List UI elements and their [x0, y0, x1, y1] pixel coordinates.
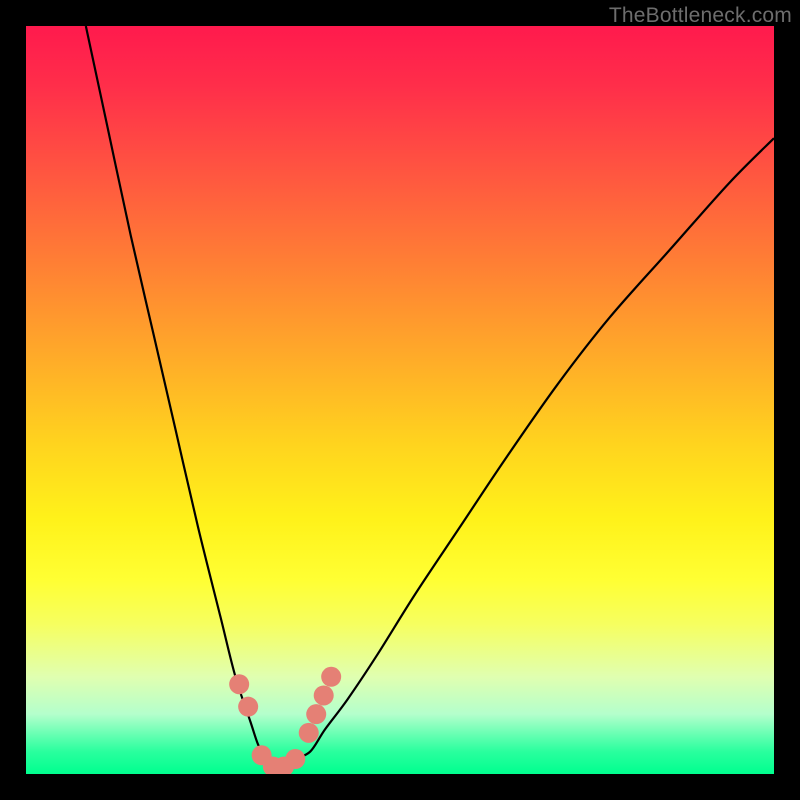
marker-dot: [299, 723, 319, 743]
marker-dot: [314, 685, 334, 705]
chart-svg: [26, 26, 774, 774]
plot-area: [26, 26, 774, 774]
marker-dot: [285, 749, 305, 769]
watermark-text: TheBottleneck.com: [609, 4, 792, 28]
marker-dot: [238, 697, 258, 717]
marker-dot: [321, 667, 341, 687]
chart-frame: TheBottleneck.com: [0, 0, 800, 800]
sample-markers: [229, 667, 341, 774]
bottleneck-curve: [86, 26, 774, 767]
marker-dot: [229, 674, 249, 694]
marker-dot: [306, 704, 326, 724]
curve-path: [86, 26, 774, 767]
